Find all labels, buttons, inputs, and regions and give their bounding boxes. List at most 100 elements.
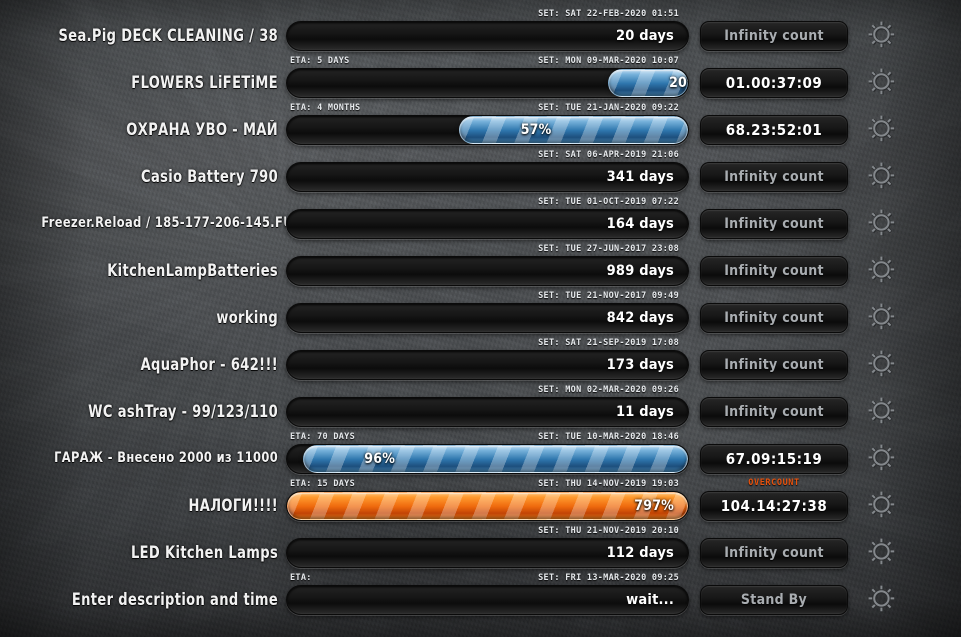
progress-area[interactable]: ETA: 70 DAYS SET: TUE 10-MAR-2020 18:46 … bbox=[286, 430, 689, 474]
status-button[interactable]: Infinity count bbox=[700, 538, 848, 568]
timer-title[interactable]: ГАРАЖ - Внесено 2000 из 11000 bbox=[41, 449, 286, 474]
gear-icon[interactable] bbox=[865, 18, 899, 52]
gear-icon[interactable] bbox=[865, 535, 899, 569]
timer-title[interactable]: Enter description and time bbox=[41, 590, 286, 615]
progress-track[interactable]: 96% bbox=[286, 444, 689, 474]
status-button[interactable]: Infinity count bbox=[700, 350, 848, 380]
timer-title[interactable]: Sea.Pig DECK CLEANING / 38 bbox=[41, 26, 286, 51]
timer-row-4[interactable]: Freezer.Reload / 185-177-206-145.FULL-16… bbox=[0, 192, 961, 239]
settings-cell[interactable] bbox=[854, 101, 910, 145]
settings-cell[interactable] bbox=[854, 7, 910, 51]
progress-area[interactable]: ETA: 15 DAYS SET: THU 14-NOV-2019 19:03 … bbox=[286, 477, 689, 521]
status-area[interactable]: Infinity count bbox=[700, 289, 848, 333]
status-area[interactable]: Infinity count bbox=[700, 7, 848, 51]
gear-icon[interactable] bbox=[865, 253, 899, 287]
status-area[interactable]: 01.00:37:09 bbox=[700, 54, 848, 98]
status-button[interactable]: 104.14:27:38 bbox=[700, 491, 848, 521]
gear-icon[interactable] bbox=[865, 394, 899, 428]
timer-row-10[interactable]: НАЛОГИ!!!! ETA: 15 DAYS SET: THU 14-NOV-… bbox=[0, 474, 961, 521]
progress-track[interactable]: 173 days bbox=[286, 350, 689, 380]
progress-area[interactable]: SET: SAT 22-FEB-2020 01:51 20 days bbox=[286, 7, 689, 51]
timer-row-6[interactable]: working SET: TUE 21-NOV-2017 09:49 842 d… bbox=[0, 286, 961, 333]
timer-row-0[interactable]: Sea.Pig DECK CLEANING / 38 SET: SAT 22-F… bbox=[0, 4, 961, 51]
status-button[interactable]: 67.09:15:19 bbox=[700, 444, 848, 474]
progress-area[interactable]: SET: SAT 06-APR-2019 21:06 341 days bbox=[286, 148, 689, 192]
status-area[interactable]: Stand By bbox=[700, 571, 848, 615]
gear-icon[interactable] bbox=[865, 488, 899, 522]
settings-cell[interactable] bbox=[854, 242, 910, 286]
gear-icon[interactable] bbox=[865, 112, 899, 146]
progress-area[interactable]: SET: THU 21-NOV-2019 20:10 112 days bbox=[286, 524, 689, 568]
gear-icon[interactable] bbox=[865, 159, 899, 193]
status-area[interactable]: Infinity count bbox=[700, 336, 848, 380]
timer-title[interactable]: working bbox=[41, 308, 286, 333]
gear-icon[interactable] bbox=[865, 300, 899, 334]
status-button[interactable]: Infinity count bbox=[700, 209, 848, 239]
settings-cell[interactable] bbox=[854, 477, 910, 521]
timer-title[interactable]: Casio Battery 790 bbox=[41, 167, 286, 192]
status-button[interactable]: Infinity count bbox=[700, 303, 848, 333]
timer-title[interactable]: FLOWERS LiFETiME bbox=[41, 73, 286, 98]
timer-title[interactable]: ОХРАНА УВО - МАЙ bbox=[41, 120, 286, 145]
timer-row-8[interactable]: WC ashTray - 99/123/110 SET: MON 02-MAR-… bbox=[0, 380, 961, 427]
status-area[interactable]: 67.09:15:19 bbox=[700, 430, 848, 474]
settings-cell[interactable] bbox=[854, 54, 910, 98]
progress-area[interactable]: ETA: 4 MONTHS SET: TUE 21-JAN-2020 09:22… bbox=[286, 101, 689, 145]
timer-row-5[interactable]: KitchenLampBatteries SET: TUE 27-JUN-201… bbox=[0, 239, 961, 286]
timer-row-7[interactable]: AquaPhor - 642!!! SET: SAT 21-SEP-2019 1… bbox=[0, 333, 961, 380]
status-button[interactable]: Infinity count bbox=[700, 162, 848, 192]
timer-row-9[interactable]: ГАРАЖ - Внесено 2000 из 11000 ETA: 70 DA… bbox=[0, 427, 961, 474]
progress-track[interactable]: 842 days bbox=[286, 303, 689, 333]
status-area[interactable]: 68.23:52:01 bbox=[700, 101, 848, 145]
status-area[interactable]: Infinity count bbox=[700, 242, 848, 286]
progress-track[interactable]: 20% bbox=[286, 68, 689, 98]
settings-cell[interactable] bbox=[854, 430, 910, 474]
progress-track[interactable]: 989 days bbox=[286, 256, 689, 286]
progress-area[interactable]: SET: MON 02-MAR-2020 09:26 11 days bbox=[286, 383, 689, 427]
progress-area[interactable]: SET: TUE 01-OCT-2019 07:22 164 days bbox=[286, 195, 689, 239]
progress-track[interactable]: 341 days bbox=[286, 162, 689, 192]
timer-title[interactable]: Freezer.Reload / 185-177-206-145.FULL-16… bbox=[41, 214, 286, 239]
timer-title[interactable]: LED Kitchen Lamps bbox=[41, 543, 286, 568]
progress-area[interactable]: ETA: 5 DAYS SET: MON 09-MAR-2020 10:07 2… bbox=[286, 54, 689, 98]
progress-track[interactable]: 164 days bbox=[286, 209, 689, 239]
status-button[interactable]: 68.23:52:01 bbox=[700, 115, 848, 145]
gear-icon[interactable] bbox=[865, 65, 899, 99]
timer-row-1[interactable]: FLOWERS LiFETiME ETA: 5 DAYS SET: MON 09… bbox=[0, 51, 961, 98]
gear-icon[interactable] bbox=[865, 582, 899, 616]
progress-track[interactable]: 57% bbox=[286, 115, 689, 145]
settings-cell[interactable] bbox=[854, 289, 910, 333]
gear-icon[interactable] bbox=[865, 347, 899, 381]
status-button[interactable]: Infinity count bbox=[700, 256, 848, 286]
progress-area[interactable]: SET: TUE 21-NOV-2017 09:49 842 days bbox=[286, 289, 689, 333]
progress-track[interactable]: 20 days bbox=[286, 21, 689, 51]
status-button[interactable]: Infinity count bbox=[700, 397, 848, 427]
status-area[interactable]: Infinity count bbox=[700, 383, 848, 427]
progress-track[interactable]: 11 days bbox=[286, 397, 689, 427]
timer-title[interactable]: WC ashTray - 99/123/110 bbox=[41, 402, 286, 427]
status-button[interactable]: 01.00:37:09 bbox=[700, 68, 848, 98]
status-area[interactable]: Infinity count bbox=[700, 524, 848, 568]
progress-track[interactable]: wait... bbox=[286, 585, 689, 615]
settings-cell[interactable] bbox=[854, 383, 910, 427]
progress-track[interactable]: 112 days bbox=[286, 538, 689, 568]
status-area[interactable]: OVERCOUNT 104.14:27:38 bbox=[700, 477, 848, 521]
status-button[interactable]: Infinity count bbox=[700, 21, 848, 51]
gear-icon[interactable] bbox=[865, 206, 899, 240]
settings-cell[interactable] bbox=[854, 336, 910, 380]
timer-row-12[interactable]: Enter description and time ETA: SET: FRI… bbox=[0, 568, 961, 615]
timer-row-3[interactable]: Casio Battery 790 SET: SAT 06-APR-2019 2… bbox=[0, 145, 961, 192]
settings-cell[interactable] bbox=[854, 524, 910, 568]
timer-title[interactable]: НАЛОГИ!!!! bbox=[41, 496, 286, 521]
timer-row-2[interactable]: ОХРАНА УВО - МАЙ ETA: 4 MONTHS SET: TUE … bbox=[0, 98, 961, 145]
timer-title[interactable]: KitchenLampBatteries bbox=[41, 261, 286, 286]
progress-area[interactable]: ETA: SET: FRI 13-MAR-2020 09:25 wait... bbox=[286, 571, 689, 615]
settings-cell[interactable] bbox=[854, 195, 910, 239]
status-area[interactable]: Infinity count bbox=[700, 195, 848, 239]
status-area[interactable]: Infinity count bbox=[700, 148, 848, 192]
gear-icon[interactable] bbox=[865, 441, 899, 475]
progress-track[interactable]: 797% bbox=[286, 491, 689, 521]
settings-cell[interactable] bbox=[854, 571, 910, 615]
progress-area[interactable]: SET: SAT 21-SEP-2019 17:08 173 days bbox=[286, 336, 689, 380]
timer-title[interactable]: AquaPhor - 642!!! bbox=[41, 355, 286, 380]
